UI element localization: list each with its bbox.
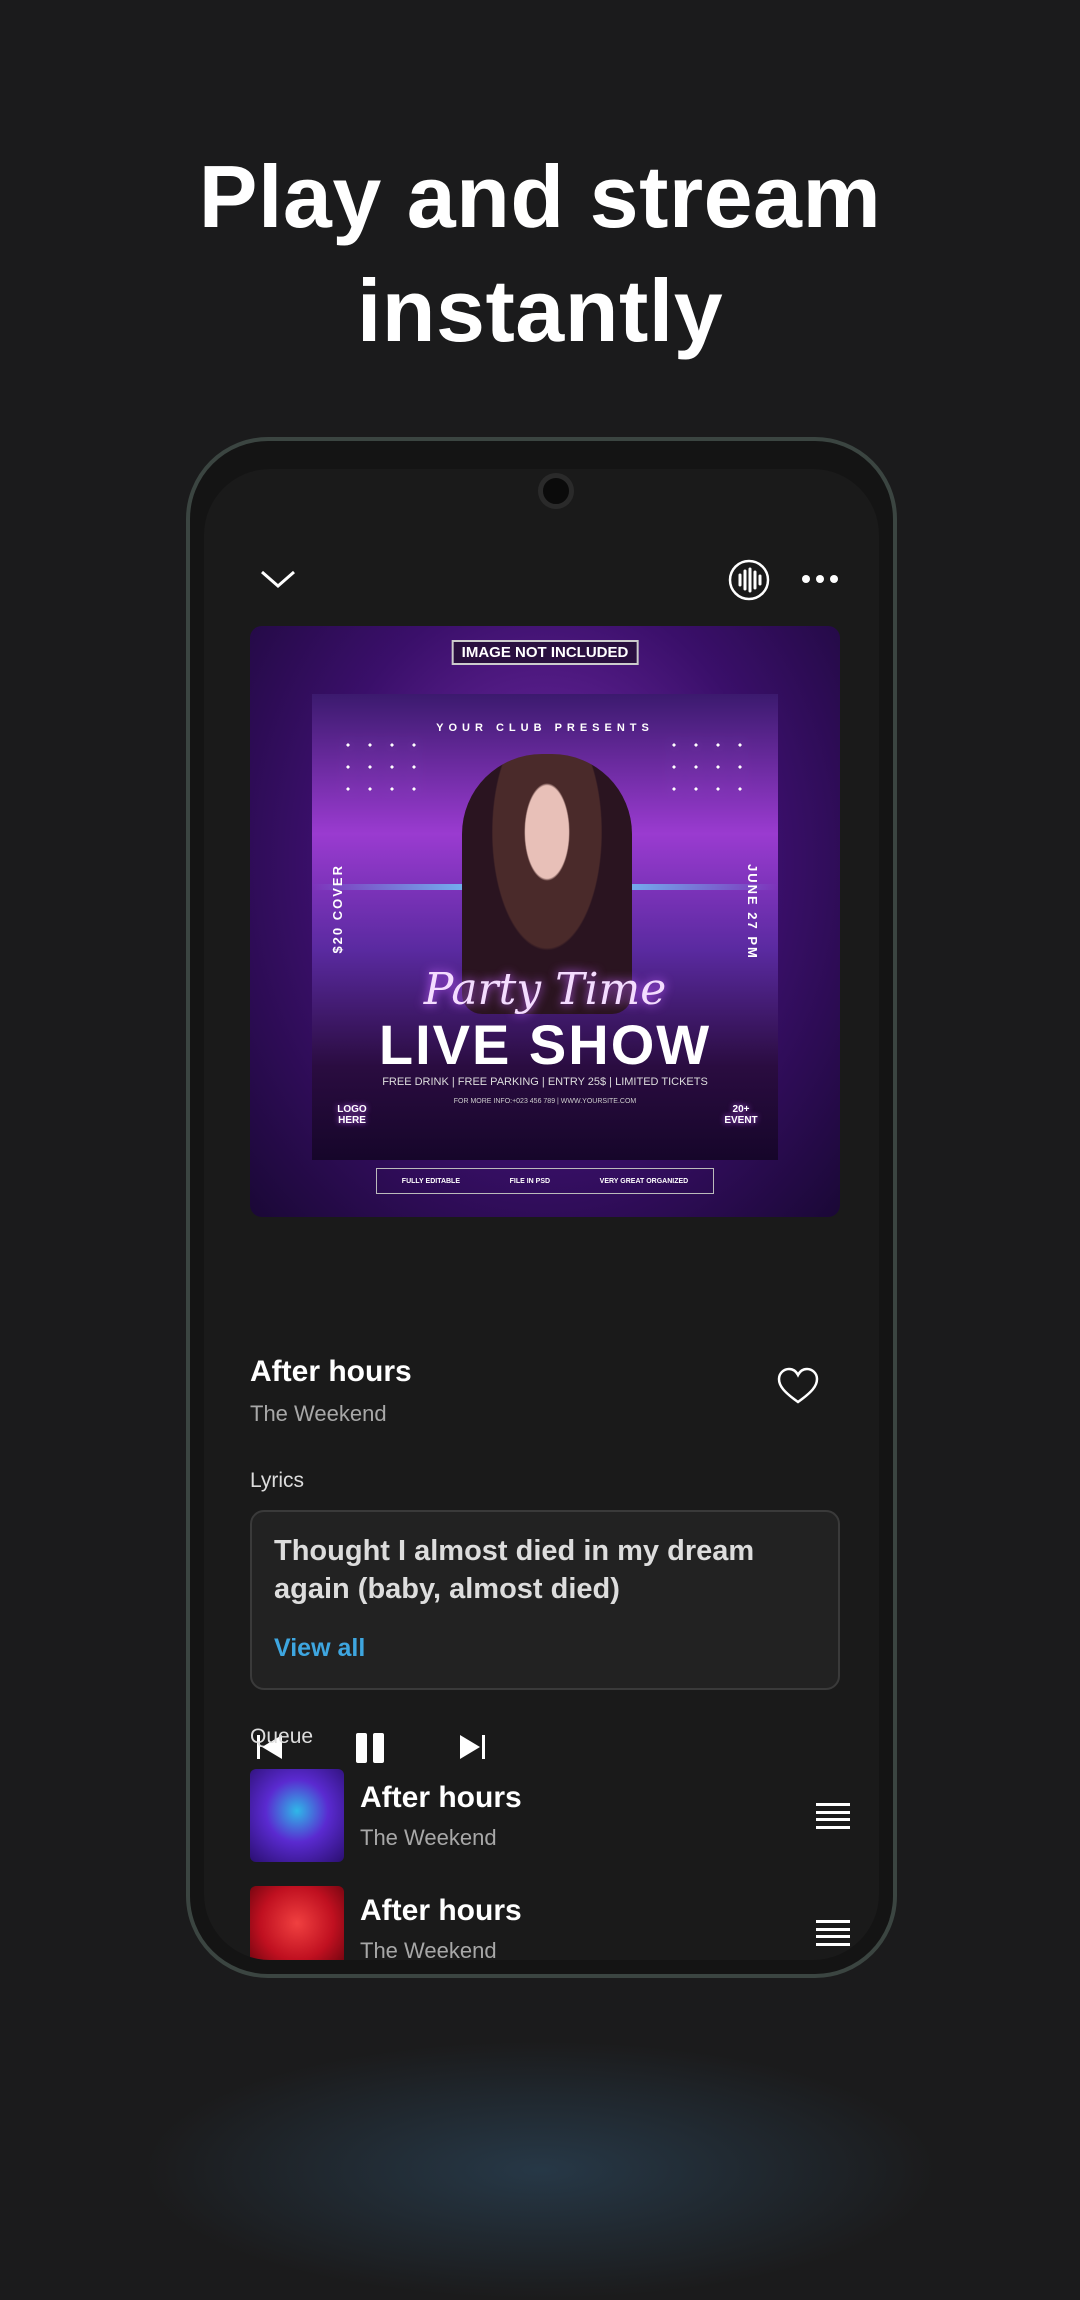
- art-tag: IMAGE NOT INCLUDED: [451, 640, 639, 665]
- queue-thumbnail: [250, 1886, 344, 1960]
- phone-frame: IMAGE NOT INCLUDED YOUR CLUB PRESENTS $2…: [186, 437, 897, 1978]
- poster-date: JUNE 27 PM: [745, 864, 760, 960]
- skip-next-icon[interactable]: [450, 1727, 490, 1767]
- track-artist: The Weekend: [250, 1401, 387, 1426]
- queue-item-title: After hours: [360, 1781, 522, 1814]
- feature: FULLY EDITABLE: [401, 1177, 461, 1185]
- bottom-glow: [140, 2040, 940, 2300]
- poster-cover: $20 COVER: [330, 864, 345, 954]
- poster-features: FULLY EDITABLE FILE IN PSD VERY GREAT OR…: [376, 1168, 714, 1194]
- drag-handle-icon[interactable]: [816, 1920, 850, 1946]
- lyrics-text: Thought I almost died in my dream again …: [274, 1535, 755, 1605]
- feature: FILE IN PSD: [509, 1177, 551, 1185]
- queue-item-artist: The Weekend: [360, 1825, 497, 1850]
- track-title: After hours: [250, 1355, 412, 1388]
- chevron-down-icon[interactable]: [258, 567, 298, 591]
- feature: VERY GREAT ORGANIZED: [599, 1177, 689, 1185]
- headline-line-2: instantly: [356, 261, 724, 360]
- poster-script: Party Time: [423, 964, 667, 1015]
- poster-logo: LOGO HERE: [337, 1104, 367, 1126]
- camera-icon: [538, 473, 574, 509]
- poster-info: FOR MORE INFO:+023 456 789 | WWW.YOURSIT…: [453, 1098, 637, 1105]
- queue-item-artist: The Weekend: [360, 1938, 497, 1960]
- queue-item-title: After hours: [360, 1894, 522, 1927]
- poster-headline: LIVE SHOW: [378, 1013, 712, 1076]
- lyrics-label: Lyrics: [250, 1469, 305, 1492]
- lyrics-card[interactable]: Thought I almost died in my dream again …: [250, 1510, 840, 1690]
- pause-icon[interactable]: [350, 1727, 390, 1767]
- view-all-link[interactable]: View all: [274, 1634, 365, 1663]
- poster: YOUR CLUB PRESENTS $20 COVER JUNE 27 PM …: [312, 694, 778, 1160]
- player-screen: IMAGE NOT INCLUDED YOUR CLUB PRESENTS $2…: [204, 469, 879, 1960]
- waveform-icon[interactable]: [728, 559, 770, 601]
- drag-handle-icon[interactable]: [816, 1803, 850, 1829]
- headline: Play and stream instantly: [0, 140, 1080, 368]
- heart-icon[interactable]: [776, 1366, 820, 1406]
- queue-item[interactable]: After hours The Weekend: [250, 1886, 854, 1960]
- album-art: IMAGE NOT INCLUDED YOUR CLUB PRESENTS $2…: [250, 626, 840, 1217]
- queue-label: Queue: [250, 1725, 314, 1748]
- more-dots-icon[interactable]: [800, 573, 840, 585]
- headline-line-1: Play and stream: [198, 147, 882, 246]
- poster-details: FREE DRINK | FREE PARKING | ENTRY 25$ | …: [382, 1076, 708, 1088]
- queue-thumbnail: [250, 1769, 344, 1862]
- poster-event: 20+ EVENT: [724, 1104, 758, 1126]
- queue-item[interactable]: After hours The Weekend: [250, 1769, 854, 1863]
- poster-presents: YOUR CLUB PRESENTS: [436, 722, 654, 734]
